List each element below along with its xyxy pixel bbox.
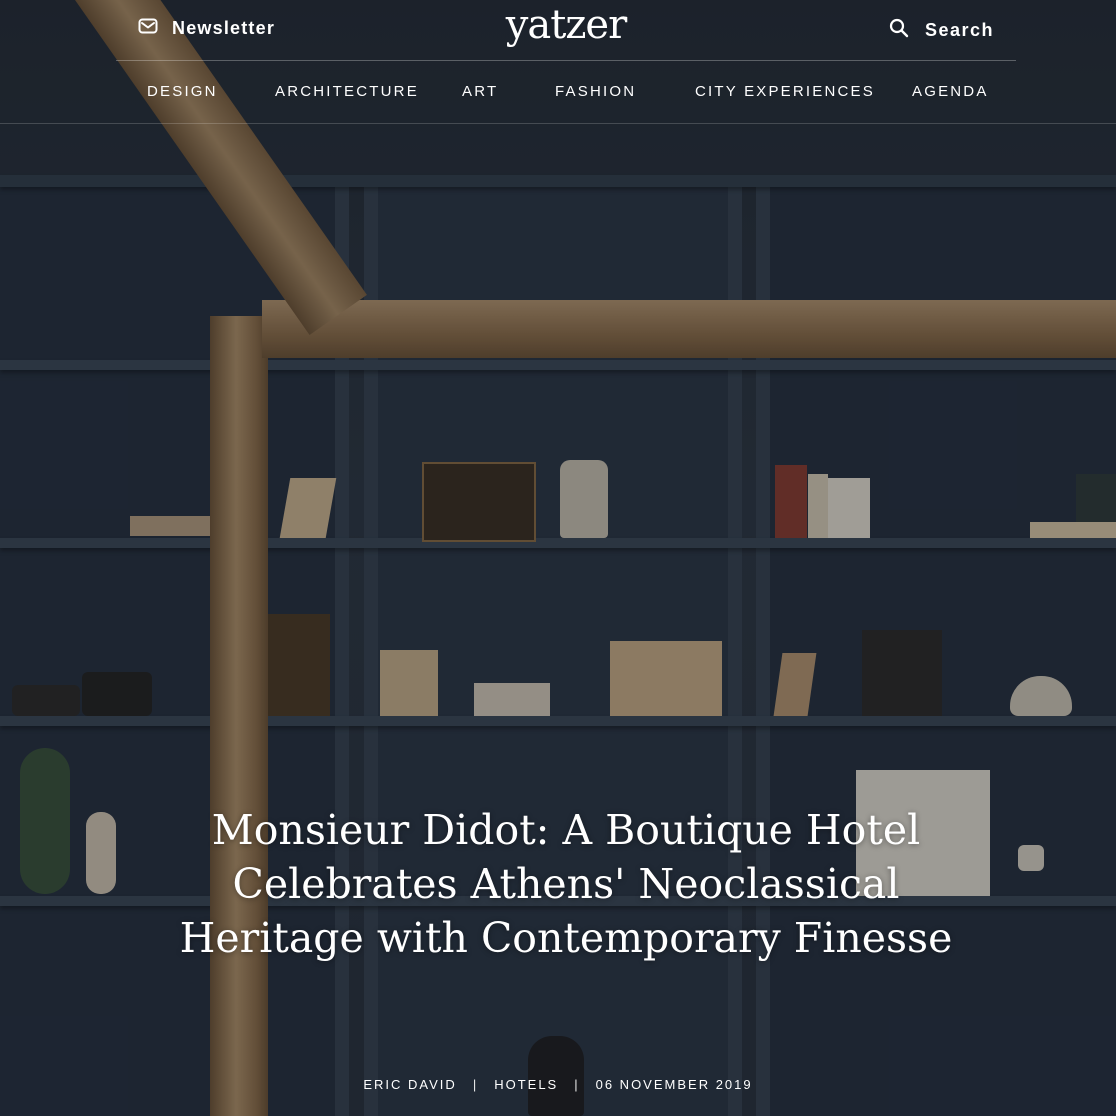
shelf	[0, 538, 1116, 548]
article-title: Monsieur Didot: A Boutique Hotel Celebra…	[179, 806, 953, 962]
book-stack	[474, 683, 550, 716]
bowl	[12, 685, 80, 716]
nav-item-art[interactable]: ART	[462, 83, 498, 100]
search-button[interactable]: Search	[889, 18, 994, 43]
bed-post	[210, 316, 268, 1116]
nav-item-agenda[interactable]: AGENDA	[912, 83, 989, 100]
framed-art	[422, 462, 536, 542]
bust	[528, 1036, 584, 1116]
books	[268, 614, 330, 716]
nav-item-city-experiences[interactable]: CITY EXPERIENCES	[695, 83, 875, 100]
books	[610, 641, 722, 716]
magnifier-icon	[889, 18, 909, 43]
site-header: Newsletter yatzer Search DESIGN ARCHITEC…	[0, 0, 1116, 124]
top-bar: Newsletter yatzer Search	[116, 0, 1016, 61]
book-stack	[130, 516, 214, 536]
search-label: Search	[924, 20, 994, 40]
bookcase-top	[0, 175, 1116, 187]
book	[775, 465, 807, 538]
article-category[interactable]: HOTELS	[494, 1077, 558, 1092]
book	[808, 474, 828, 538]
books	[380, 650, 438, 716]
bed-beam	[262, 300, 1116, 358]
article-meta: ERIC DAVID | HOTELS | 06 NOVEMBER 2019	[0, 1077, 1116, 1092]
site-logo[interactable]: yatzer	[116, 2, 1016, 48]
books	[862, 630, 942, 716]
article-date: 06 NOVEMBER 2019	[595, 1077, 753, 1092]
article-author[interactable]: ERIC DAVID	[363, 1077, 456, 1092]
pitcher	[560, 460, 608, 538]
cup	[1018, 845, 1044, 871]
meta-separator: |	[574, 1077, 580, 1092]
shelf	[0, 360, 1116, 370]
nav-item-architecture[interactable]: ARCHITECTURE	[275, 83, 419, 100]
meta-separator: |	[472, 1077, 479, 1092]
book	[1076, 474, 1116, 522]
nav-item-fashion[interactable]: FASHION	[555, 83, 636, 100]
books	[828, 478, 870, 538]
bowl	[82, 672, 152, 716]
plant	[20, 748, 70, 894]
book-stack	[1030, 522, 1116, 538]
sculpture	[86, 812, 116, 894]
shelf	[0, 716, 1116, 726]
nav-item-design[interactable]: DESIGN	[147, 83, 218, 100]
main-nav: DESIGN ARCHITECTURE ART FASHION CITY EXP…	[0, 61, 1116, 124]
